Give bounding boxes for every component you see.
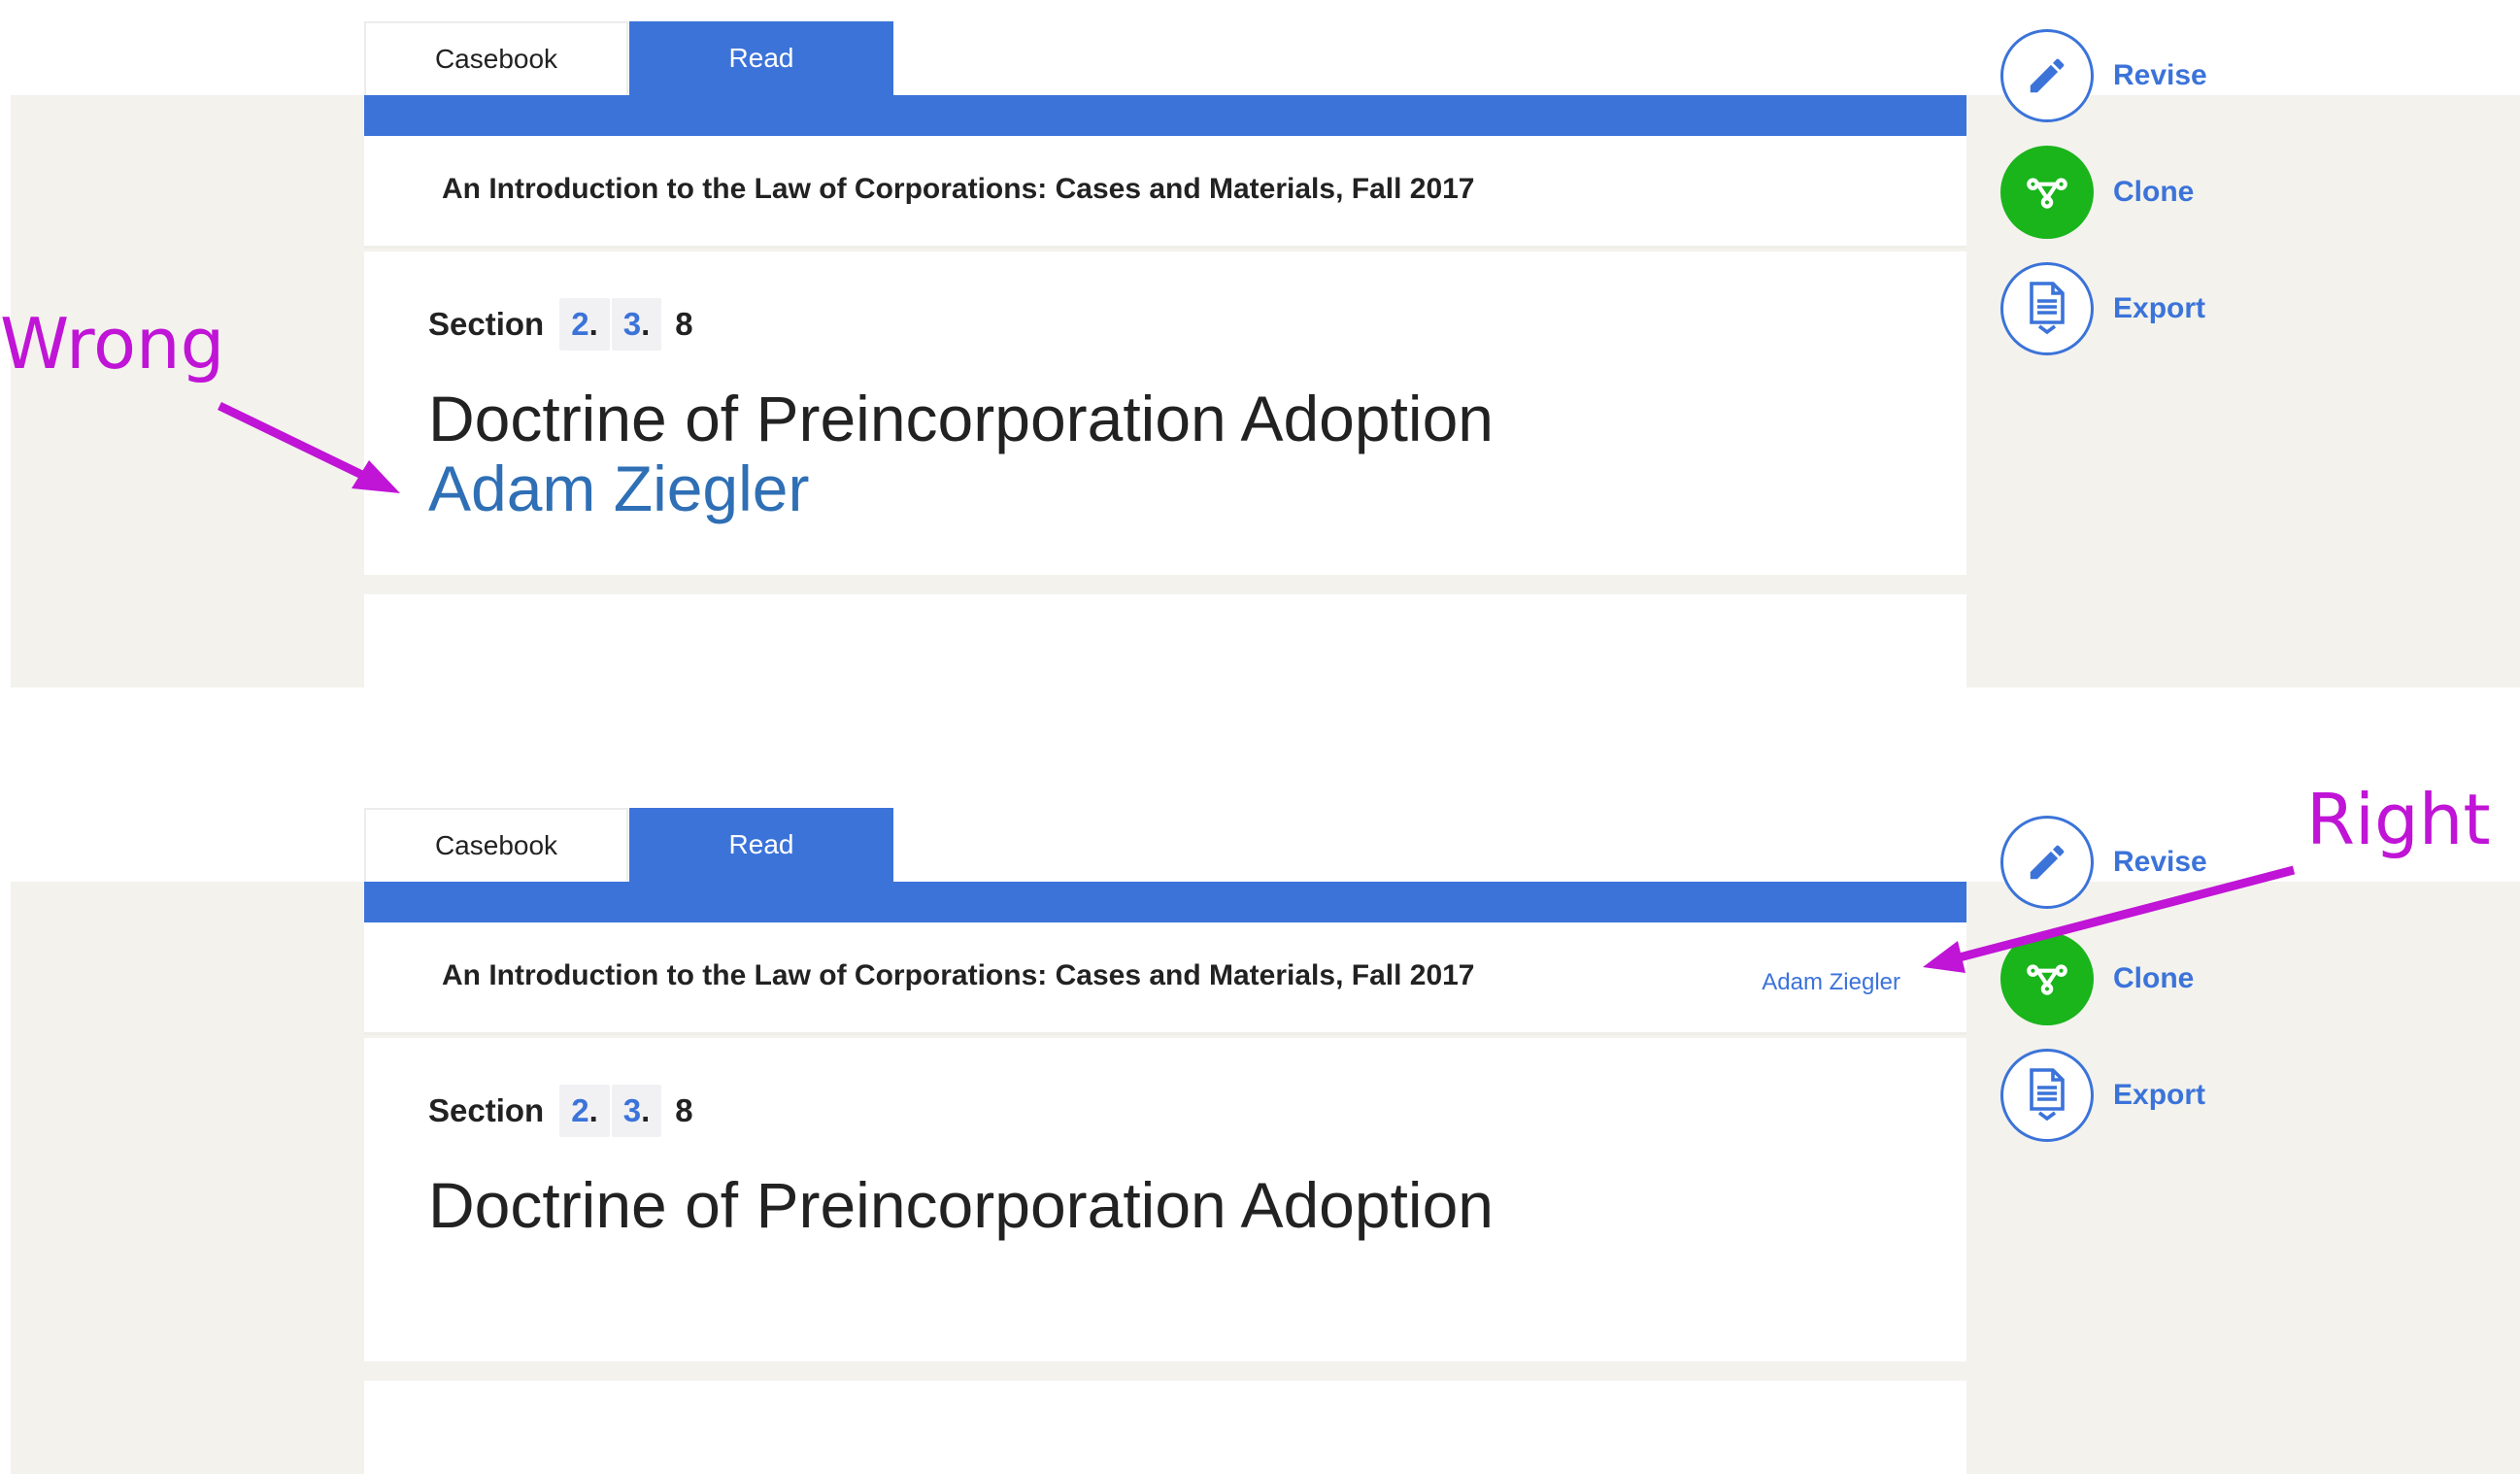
wrong-arrow xyxy=(218,401,400,493)
wrong-example-panel: Casebook Read An Introduction to the Law… xyxy=(0,0,2520,687)
right-arrow xyxy=(1923,865,2296,973)
right-example-panel: Casebook Read An Introduction to the Law… xyxy=(0,779,2520,1474)
